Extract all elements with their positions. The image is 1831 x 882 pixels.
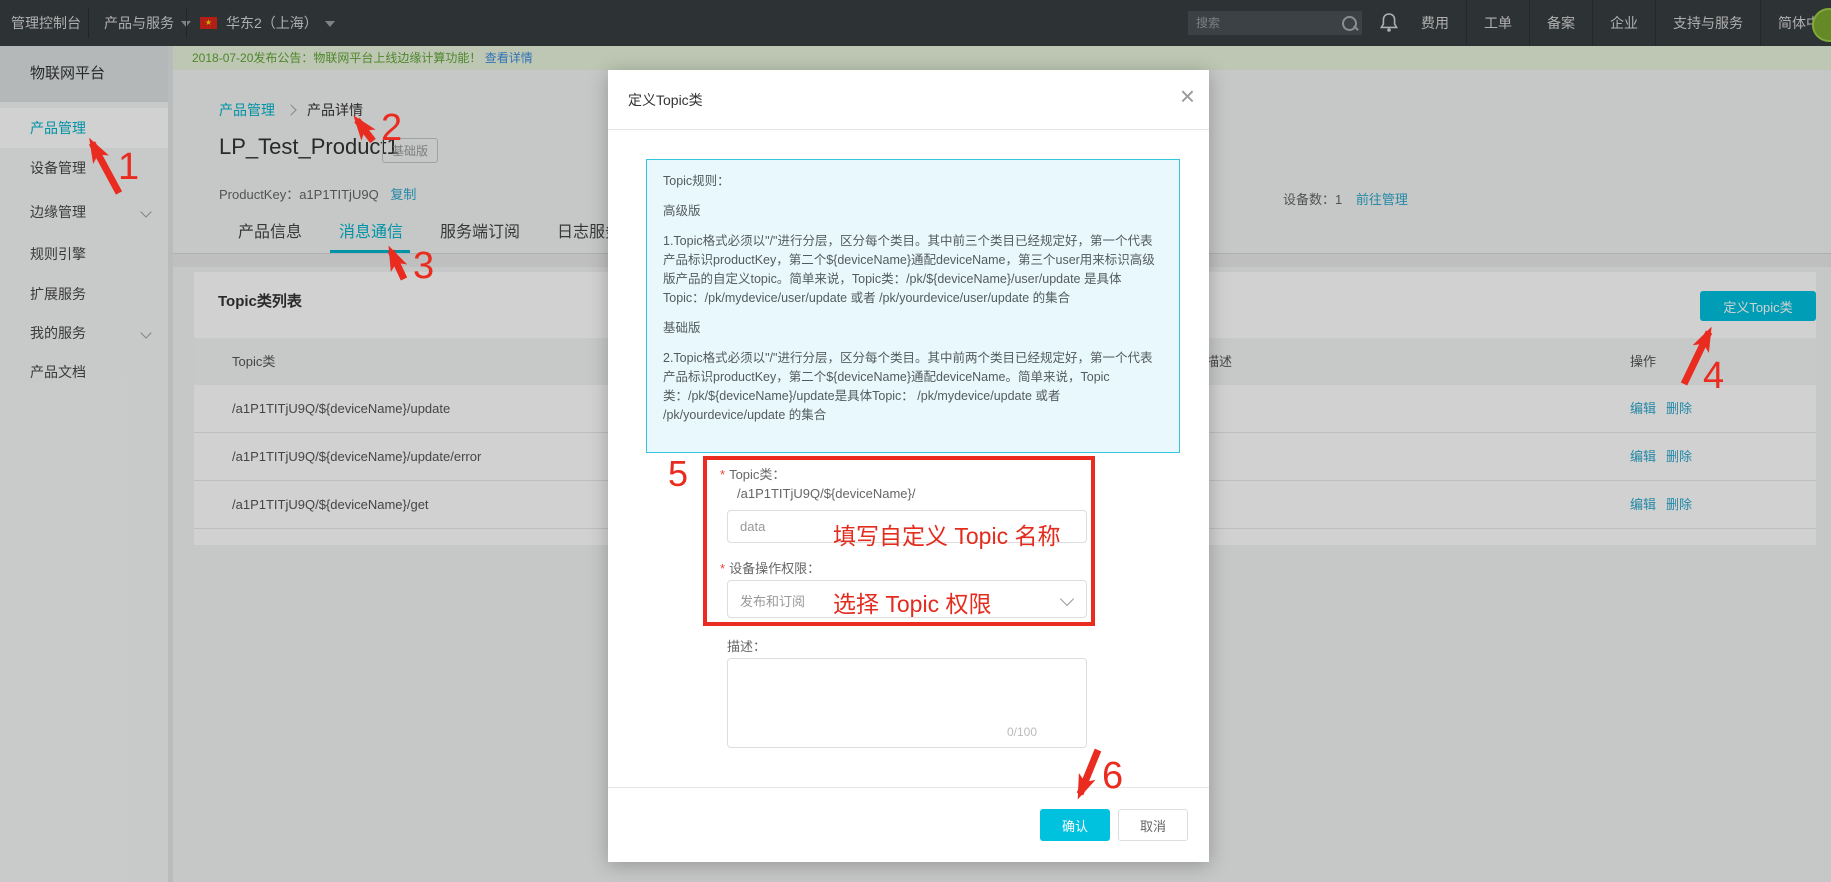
rules-heading: Topic规则： <box>663 172 1163 191</box>
annotation-number-5: 5 <box>668 453 688 495</box>
rules-basic-label: 基础版 <box>663 319 1163 338</box>
cancel-button[interactable]: 取消 <box>1118 809 1188 841</box>
rules-advanced-text: 1.Topic格式必须以"/"进行分层，区分每个类目。其中前三个类目已经规定好，… <box>663 232 1163 308</box>
annotation-number-1: 1 <box>118 146 139 189</box>
screen: 管理控制台 产品与服务 ★ 华东2（上海） 费用 工单 备案 企业 支持与服务 … <box>0 0 1831 882</box>
annotation-select-permission: 选择 Topic 权限 <box>833 585 991 619</box>
annotation-fill-topic-name: 填写自定义 Topic 名称 <box>833 517 1060 551</box>
confirm-button[interactable]: 确认 <box>1040 809 1110 841</box>
annotation-number-3: 3 <box>413 245 434 288</box>
modal-header-divider <box>608 129 1209 130</box>
rules-advanced-label: 高级版 <box>663 202 1163 221</box>
annotation-number-2: 2 <box>381 107 402 150</box>
annotation-number-6: 6 <box>1102 755 1123 798</box>
modal-title: 定义Topic类 <box>628 90 703 110</box>
rules-basic-text: 2.Topic格式必须以"/"进行分层，区分每个类目。其中前两个类目已经规定好，… <box>663 349 1163 425</box>
annotation-number-4: 4 <box>1703 355 1724 398</box>
close-icon[interactable]: × <box>1180 78 1195 114</box>
topic-rules-info-box: Topic规则： 高级版 1.Topic格式必须以"/"进行分层，区分每个类目。… <box>646 159 1180 453</box>
description-field-label: 描述： <box>727 636 766 655</box>
char-counter: 0/100 <box>1007 725 1037 739</box>
